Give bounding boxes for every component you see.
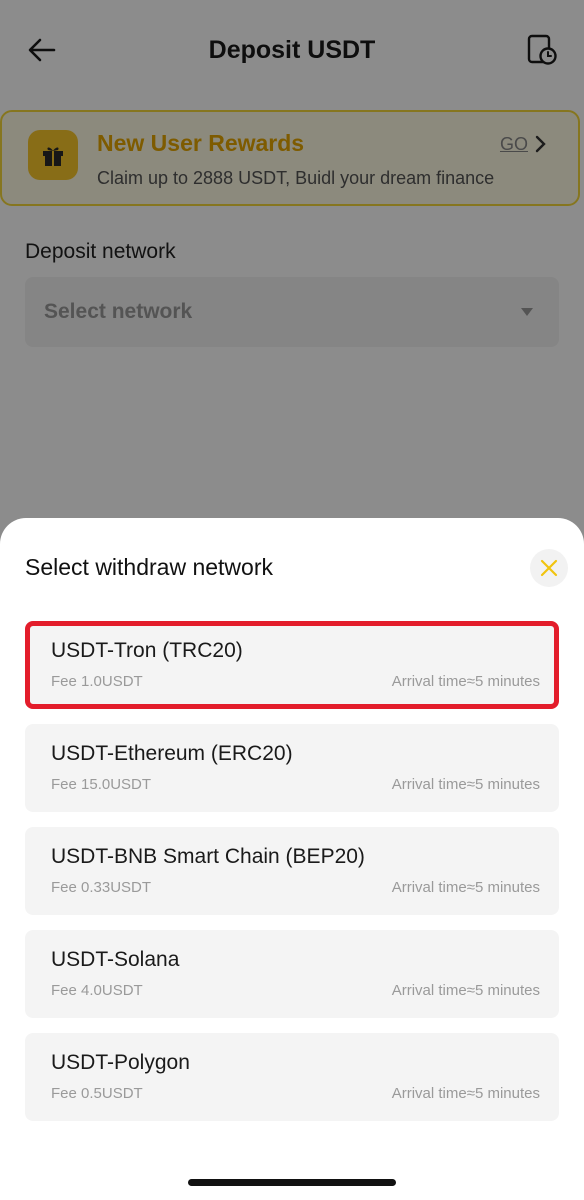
network-item-solana[interactable]: USDT-Solana Fee 4.0USDT Arrival time≈5 m… — [25, 930, 559, 1018]
network-fee: Fee 0.33USDT — [51, 879, 152, 896]
network-fee: Fee 4.0USDT — [51, 982, 143, 999]
network-name: USDT-Polygon — [51, 1051, 190, 1074]
network-item-polygon[interactable]: USDT-Polygon Fee 0.5USDT Arrival time≈5 … — [25, 1033, 559, 1121]
network-name: USDT-Tron (TRC20) — [51, 639, 243, 662]
network-item-ethereum[interactable]: USDT-Ethereum (ERC20) Fee 15.0USDT Arriv… — [25, 724, 559, 812]
network-fee: Fee 1.0USDT — [51, 673, 143, 690]
network-name: USDT-Solana — [51, 948, 180, 971]
home-indicator[interactable] — [188, 1179, 396, 1186]
network-fee: Fee 0.5USDT — [51, 1085, 143, 1102]
network-arrival-time: Arrival time≈5 minutes — [391, 776, 540, 793]
network-fee: Fee 15.0USDT — [51, 776, 152, 793]
close-button[interactable] — [530, 549, 568, 587]
select-network-sheet: Select withdraw network USDT-Tron (TRC20… — [0, 518, 584, 1200]
network-item-bnb[interactable]: USDT-BNB Smart Chain (BEP20) Fee 0.33USD… — [25, 827, 559, 915]
network-arrival-time: Arrival time≈5 minutes — [391, 879, 540, 896]
network-arrival-time: Arrival time≈5 minutes — [391, 1085, 540, 1102]
network-name: USDT-Ethereum (ERC20) — [51, 742, 293, 765]
network-arrival-time: Arrival time≈5 minutes — [391, 673, 540, 690]
sheet-title: Select withdraw network — [25, 554, 273, 580]
network-item-tron[interactable]: USDT-Tron (TRC20) Fee 1.0USDT Arrival ti… — [25, 621, 559, 709]
network-list: USDT-Tron (TRC20) Fee 1.0USDT Arrival ti… — [25, 621, 559, 1136]
network-name: USDT-BNB Smart Chain (BEP20) — [51, 845, 365, 868]
close-icon — [540, 559, 558, 577]
network-arrival-time: Arrival time≈5 minutes — [391, 982, 540, 999]
